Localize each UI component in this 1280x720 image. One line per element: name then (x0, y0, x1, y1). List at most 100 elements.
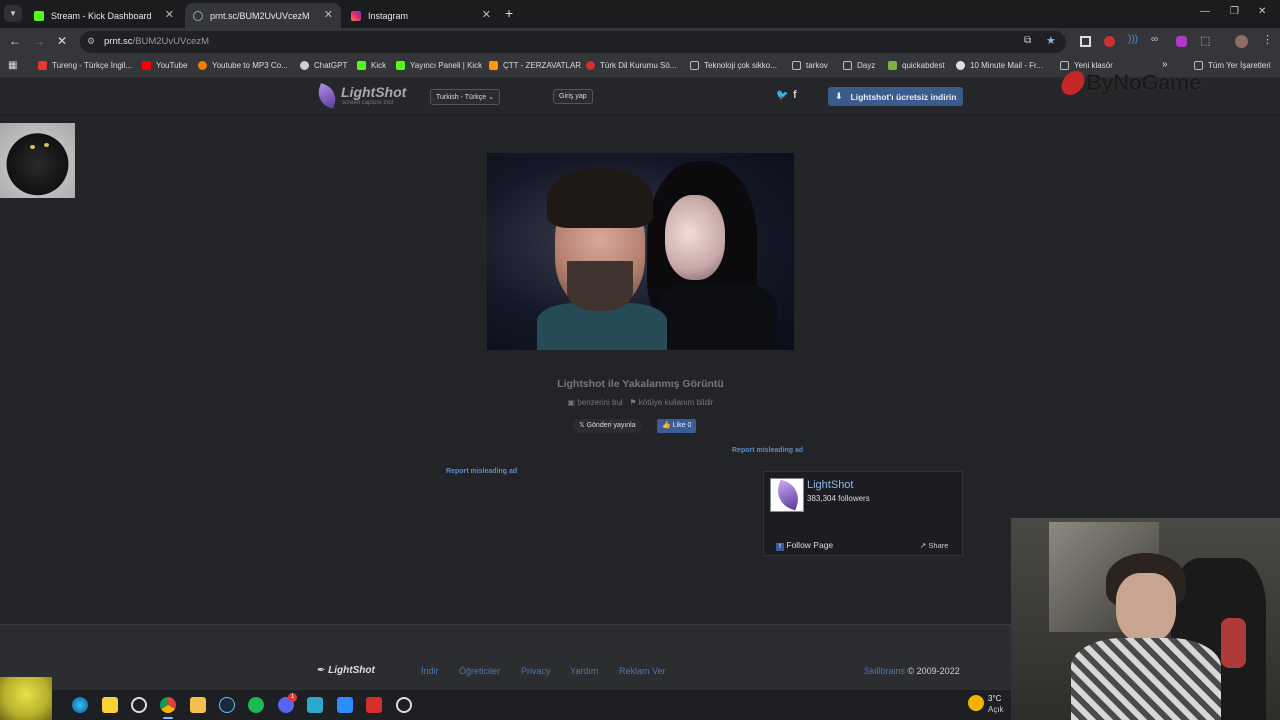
fb-page-avatar[interactable] (770, 478, 804, 512)
extension-audio-icon[interactable]: ))) (1128, 34, 1138, 45)
discord-badge: 1 (288, 693, 297, 702)
close-icon[interactable]: ✕ (482, 8, 491, 21)
apps-grid-icon[interactable]: ▦ (8, 60, 17, 71)
footer-logo-text: LightShot (328, 665, 375, 676)
steam-icon[interactable] (219, 697, 235, 713)
report-abuse-link[interactable]: ⚑ kötüye kullanım bildir (629, 398, 713, 407)
facebook-like-button[interactable]: 👍 Like 0 (657, 419, 697, 433)
logo-subtext: screen capture tool (342, 100, 394, 106)
fb-followers: 383,304 followers (807, 494, 870, 503)
report-ad-link[interactable]: Report misleading ad (732, 447, 803, 454)
install-app-icon[interactable]: ⧉ (1024, 35, 1031, 46)
bookmark-item[interactable]: quickabdest (888, 61, 945, 70)
zoom-icon[interactable] (337, 697, 353, 713)
active-app-indicator (163, 717, 173, 719)
bookmark-item[interactable]: Yayıncı Paneli | Kick (396, 61, 482, 70)
weather-icon[interactable] (968, 695, 984, 711)
facebook-icon[interactable]: f (793, 89, 797, 101)
cat-eye (30, 145, 35, 149)
new-tab-button[interactable]: + (505, 5, 513, 21)
bookmark-item[interactable]: YouTube (142, 61, 187, 70)
find-similar-link[interactable]: ▣ benzerini bul (568, 398, 623, 407)
bookmark-label: Yeni klasör (1074, 61, 1113, 70)
footer-logo[interactable]: ✒ LightShot (317, 665, 375, 676)
obs-icon[interactable] (396, 697, 412, 713)
chrome-icon[interactable] (160, 697, 176, 713)
menu-icon[interactable]: ⋮ (1262, 33, 1273, 46)
bookmark-label: Youtube to MP3 Co... (212, 61, 288, 70)
bookmark-item[interactable]: Youtube to MP3 Co... (198, 61, 288, 70)
screenshot-image[interactable] (487, 153, 794, 350)
download-button[interactable]: ⬇ Lightshot'ı ücretsiz indirin (828, 87, 963, 106)
tab-search-button[interactable]: ▼ (4, 5, 22, 22)
bookmark-folder[interactable]: tarkov (792, 61, 828, 70)
fb-share-button[interactable]: ↗ Share (920, 541, 948, 550)
restore-button[interactable]: ❐ (1230, 6, 1239, 17)
url-text: prnt.sc/BUM2UvUVcezM (104, 36, 209, 47)
language-select[interactable]: Turkish - Türkçe ⌄ (430, 89, 501, 105)
bynogame-overlay: ByNoGame (1058, 70, 1201, 96)
acrobat-icon[interactable] (366, 697, 382, 713)
forward-icon[interactable]: → (33, 34, 45, 48)
webcam-person-body (1071, 638, 1221, 720)
bookmark-item[interactable]: Kick (357, 61, 386, 70)
close-icon[interactable]: ✕ (324, 8, 333, 21)
spotify-icon[interactable] (248, 697, 264, 713)
login-button[interactable]: Giriş yap (553, 89, 593, 104)
notes-icon[interactable] (102, 697, 118, 713)
bookmark-item[interactable]: 10 Minute Mail - Fr... (956, 61, 1043, 70)
footer-link-advertise[interactable]: Reklam Ver (619, 666, 666, 676)
bookmark-label: ChatGPT (314, 61, 348, 70)
bookmarks-overflow-button[interactable]: » (1162, 59, 1168, 70)
extension-purple-icon[interactable] (1176, 36, 1187, 47)
report-ad-link[interactable]: Report misleading ad (446, 468, 517, 475)
bookmark-folder[interactable]: Teknoloji çok sikko... (690, 61, 777, 70)
profile-avatar[interactable] (1235, 35, 1248, 48)
extensions-puzzle-icon[interactable]: ⬚ (1200, 34, 1210, 47)
tweet-button[interactable]: 𝕏 Gönderi yayınla (573, 419, 642, 433)
company-link[interactable]: Skillbrains (864, 666, 905, 676)
webcam-person-face (1116, 573, 1176, 643)
tab-kick-dashboard[interactable]: Stream - Kick Dashboard ✕ (26, 3, 182, 28)
close-window-button[interactable]: ✕ (1258, 6, 1266, 17)
widget-thumbnail[interactable] (0, 677, 52, 720)
bookmark-item[interactable]: ÇTT - ZERZAVATLAR (489, 61, 581, 70)
files-icon[interactable] (190, 697, 206, 713)
bookmark-label: Dayz (857, 61, 876, 70)
extension-red-icon[interactable] (1104, 36, 1115, 47)
twitter-icon[interactable]: 🐦 (776, 90, 788, 101)
minimize-button[interactable]: — (1200, 6, 1210, 17)
edge-icon[interactable] (72, 697, 88, 713)
bookmark-item[interactable]: ChatGPT (300, 61, 347, 70)
url-domain: prnt.sc (104, 36, 133, 47)
address-bar[interactable]: ⚙ prnt.sc/BUM2UvUVcezM ⧉ ★ (80, 31, 1066, 53)
whatsapp-icon[interactable] (131, 697, 147, 713)
close-icon[interactable]: ✕ (165, 8, 174, 21)
fb-page-name[interactable]: LightShot (807, 479, 853, 491)
instagram-favicon-icon (351, 10, 361, 21)
bookmark-folder[interactable]: Yeni klasör (1060, 61, 1113, 70)
footer-link-download[interactable]: İndir (421, 666, 439, 676)
language-label: Turkish - Türkçe (436, 94, 487, 101)
all-bookmarks-folder[interactable]: Tüm Yer İşaretleri (1194, 61, 1271, 70)
bookmark-item[interactable]: Tureng - Türkçe İngil... (38, 61, 132, 70)
bookmark-folder[interactable]: Dayz (843, 61, 875, 70)
bookmark-item[interactable]: Türk Dil Kurumu Sö... (586, 61, 676, 70)
star-icon[interactable]: ★ (1046, 34, 1056, 47)
facebook-icon: f (776, 543, 784, 551)
app-icon[interactable] (307, 697, 323, 713)
footer-link-privacy[interactable]: Privacy (521, 666, 551, 676)
extension-qr-icon[interactable] (1080, 36, 1091, 47)
cat-thumbnail[interactable] (0, 123, 75, 198)
tab-instagram[interactable]: Instagram ✕ (343, 3, 499, 28)
back-icon[interactable]: ← (9, 34, 21, 48)
image-actions: ▣ benzerini bul ⚑ kötüye kullanım bildir (487, 398, 794, 407)
extension-glasses-icon[interactable]: ∞ (1151, 34, 1158, 45)
footer-link-help[interactable]: Yardım (570, 666, 598, 676)
tab-prntsc[interactable]: prnt.sc/BUM2UvUVcezM ✕ (185, 3, 341, 28)
stop-loading-icon[interactable]: ✕ (57, 34, 67, 48)
weather-temp: 3°C (988, 694, 1002, 703)
site-info-icon[interactable]: ⚙ (87, 36, 95, 47)
fb-follow-button[interactable]: f Follow Page (776, 540, 833, 551)
footer-link-tutorials[interactable]: Öğreticiler (459, 666, 500, 676)
